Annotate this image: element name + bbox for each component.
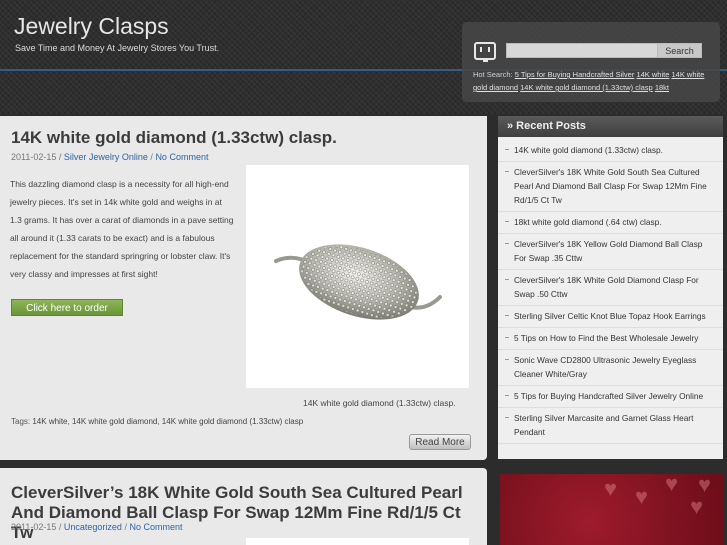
advertisement-banner[interactable]: ♥ ♥ ♥ ♥ ♥ [500,474,723,545]
recent-post-link[interactable]: Sterling Silver Marcasite and Garnet Gla… [498,408,723,444]
site-tagline: Save Time and Money At Jewelry Stores Yo… [15,43,220,53]
hot-search-link[interactable]: 14K white gold diamond (1.33ctw) clasp [520,83,653,92]
post-excerpt: This dazzling diamond clasp is a necessi… [10,179,234,279]
post-title[interactable]: 14K white gold diamond (1.33ctw) clasp. [11,128,337,148]
post: 14K white gold diamond (1.33ctw) clasp. … [0,116,487,460]
post-title[interactable]: CleverSilver’s 18K White Gold South Sea … [11,483,481,543]
heart-icon: ♥ [635,484,649,509]
hot-search-link[interactable]: 5 Tips for Buying Handcrafted Silver [515,70,635,79]
recent-post-link[interactable]: Sterling Silver Celtic Knot Blue Topaz H… [498,306,723,328]
hot-search: Hot Search: 5 Tips for Buying Handcrafte… [473,68,713,94]
heart-icon: ♥ [604,476,618,501]
heart-icon: ♥ [698,474,712,497]
post-meta: 2011-02-15 / Uncategorized / No Comment [11,522,183,532]
recent-post-link[interactable]: 14K white gold diamond (1.33ctw) clasp. [498,140,723,162]
recent-post-link[interactable]: 5 Tips for Buying Handcrafted Silver Jew… [498,386,723,408]
post-category-link[interactable]: Uncategorized [64,522,122,532]
hot-search-link[interactable]: 14K white [636,70,669,79]
sidebar-recent-posts: » Recent Posts 14K white gold diamond (1… [498,116,723,459]
hot-search-link[interactable]: 18kt [655,83,669,92]
recent-post-link[interactable]: 18kt white gold diamond (.64 ctw) clasp. [498,212,723,234]
product-image[interactable] [246,165,469,388]
image-caption: 14K white gold diamond (1.33ctw) clasp. [303,398,456,408]
tag-link[interactable]: 14K white gold diamond (1.33ctw) clasp [162,417,303,426]
site-header: Jewelry Clasps Save Time and Money At Je… [0,0,727,114]
post-date: 2011-02-15 [11,152,57,162]
product-image[interactable] [246,538,469,545]
tag-link[interactable]: 14K white gold diamond [72,417,157,426]
sidebar-title: » Recent Posts [498,116,723,137]
post-comments-link[interactable]: No Comment [129,522,182,532]
hot-search-label: Hot Search: [473,70,513,79]
post-tags: Tags: 14K white, 14K white gold diamond,… [11,417,304,426]
search-input[interactable] [506,43,658,58]
post-comments-link[interactable]: No Comment [155,152,208,162]
recent-post-link[interactable]: CleverSilver's 18K White Gold South Sea … [498,162,723,212]
post-meta: 2011-02-15 / Silver Jewelry Online / No … [11,152,209,162]
post-date: 2011-02-15 [11,522,57,532]
post-category-link[interactable]: Silver Jewelry Online [64,152,148,162]
diamond-clasp-image [274,244,442,320]
search-button[interactable]: Search [657,43,702,58]
recent-post-link[interactable]: CleverSilver's 18K Yellow Gold Diamond B… [498,234,723,270]
post: CleverSilver’s 18K White Gold South Sea … [0,468,487,545]
recent-post-link[interactable]: 5 Tips on How to Find the Best Wholesale… [498,328,723,350]
read-more-button[interactable]: Read More [409,434,471,450]
order-button[interactable]: Click here to order [11,299,123,316]
recent-post-link[interactable]: CleverSilver's 18K White Gold Diamond Cl… [498,270,723,306]
search-monitor-icon [474,42,496,62]
tag-link[interactable]: 14K white [32,417,67,426]
recent-post-link[interactable]: Sonic Wave CD2800 Ultrasonic Jewelry Eye… [498,350,723,386]
search-panel: Search Hot Search: 5 Tips for Buying Han… [462,22,720,102]
recent-posts-list: 14K white gold diamond (1.33ctw) clasp. … [498,140,723,444]
heart-icon: ♥ [665,474,679,496]
tags-label: Tags: [11,417,31,426]
site-title[interactable]: Jewelry Clasps [14,13,169,40]
